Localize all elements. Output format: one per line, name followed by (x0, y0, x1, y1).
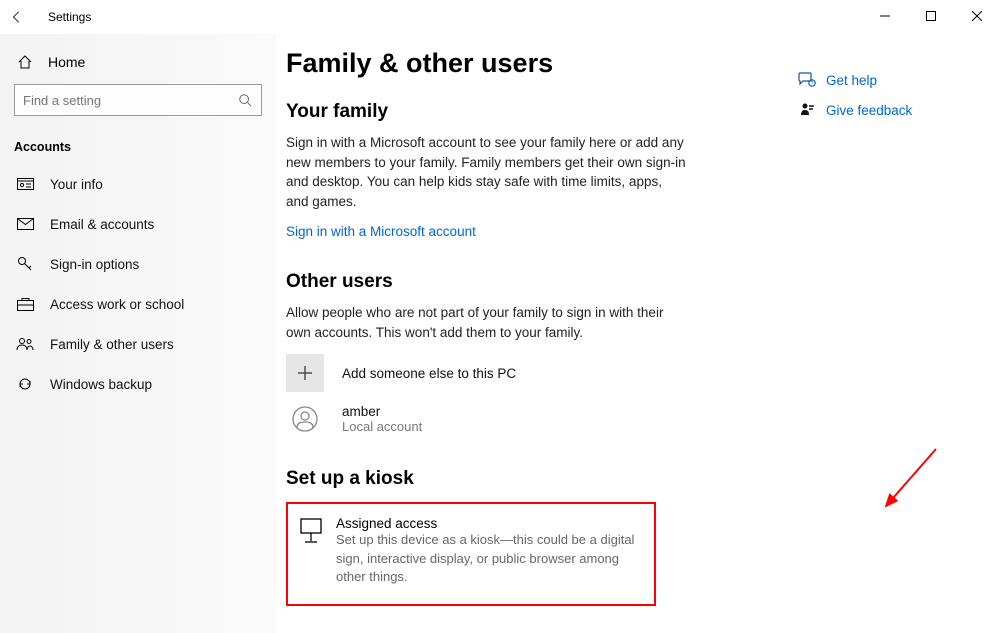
signin-msft-link[interactable]: Sign in with a Microsoft account (286, 224, 476, 239)
section-title: Your family (286, 101, 686, 123)
assigned-access-row[interactable]: Assigned access Set up this device as a … (286, 502, 656, 606)
sidebar-item-family-users[interactable]: Family & other users (0, 324, 276, 364)
get-help-label: Get help (826, 73, 877, 88)
family-description: Sign in with a Microsoft account to see … (286, 133, 686, 211)
sidebar-item-label: Windows backup (50, 377, 152, 392)
give-feedback-label: Give feedback (826, 103, 912, 118)
assigned-access-title: Assigned access (336, 516, 644, 531)
sidebar-item-label: Sign-in options (50, 257, 139, 272)
sidebar-home-label: Home (48, 54, 85, 70)
sidebar-item-your-info[interactable]: Your info (0, 164, 276, 204)
close-icon (972, 11, 982, 21)
plus-icon (297, 365, 313, 381)
back-button[interactable] (0, 0, 34, 34)
add-user-label: Add someone else to this PC (342, 366, 516, 381)
sidebar-item-email-accounts[interactable]: Email & accounts (0, 204, 276, 244)
sidebar-item-label: Email & accounts (50, 217, 154, 232)
other-users-description: Allow people who are not part of your fa… (286, 303, 686, 342)
user-account-row[interactable]: amber Local account (286, 400, 686, 438)
user-avatar (286, 400, 324, 438)
close-button[interactable] (954, 0, 1000, 32)
user-name: amber (342, 404, 422, 419)
person-icon (292, 406, 318, 432)
add-user-row[interactable]: Add someone else to this PC (286, 354, 686, 392)
arrow-left-icon (10, 10, 24, 24)
window-controls (862, 0, 1000, 32)
svg-text:?: ? (811, 81, 814, 87)
key-icon (14, 256, 36, 273)
user-type: Local account (342, 419, 422, 434)
sidebar-item-windows-backup[interactable]: Windows backup (0, 364, 276, 404)
search-box[interactable] (14, 84, 262, 116)
chat-help-icon: ? (796, 72, 818, 88)
titlebar: Settings (0, 0, 1000, 34)
kiosk-icon (298, 516, 322, 586)
annotation-arrow (876, 444, 956, 524)
assigned-access-subtitle: Set up this device as a kiosk—this could… (336, 531, 644, 586)
give-feedback-link[interactable]: Give feedback (796, 102, 966, 118)
sidebar-group-header: Accounts (0, 122, 276, 164)
section-other-users: Other users Allow people who are not par… (286, 271, 686, 438)
section-title: Other users (286, 271, 686, 293)
get-help-link[interactable]: ? Get help (796, 72, 966, 88)
content-area: Family & other users Your family Sign in… (276, 34, 1000, 633)
sidebar: Home Accounts Your info Email & accounts… (0, 34, 276, 633)
sidebar-item-signin-options[interactable]: Sign-in options (0, 244, 276, 284)
minimize-button[interactable] (862, 0, 908, 32)
mail-icon (14, 218, 36, 230)
feedback-icon (796, 102, 818, 118)
sidebar-item-label: Your info (50, 177, 103, 192)
section-your-family: Your family Sign in with a Microsoft acc… (286, 101, 686, 241)
sidebar-item-work-school[interactable]: Access work or school (0, 284, 276, 324)
briefcase-icon (14, 297, 36, 311)
section-kiosk: Set up a kiosk (286, 468, 686, 490)
sync-icon (14, 376, 36, 392)
help-panel: ? Get help Give feedback (796, 72, 966, 132)
window-title: Settings (34, 10, 91, 24)
maximize-icon (926, 11, 936, 21)
search-icon (237, 93, 253, 107)
people-icon (14, 337, 36, 351)
plus-tile (286, 354, 324, 392)
home-icon (14, 54, 36, 70)
section-title: Set up a kiosk (286, 468, 686, 490)
sidebar-home[interactable]: Home (0, 40, 276, 84)
sidebar-item-label: Family & other users (50, 337, 174, 352)
sidebar-item-label: Access work or school (50, 297, 184, 312)
id-card-icon (14, 177, 36, 191)
maximize-button[interactable] (908, 0, 954, 32)
search-input[interactable] (23, 93, 237, 108)
minimize-icon (880, 11, 890, 21)
